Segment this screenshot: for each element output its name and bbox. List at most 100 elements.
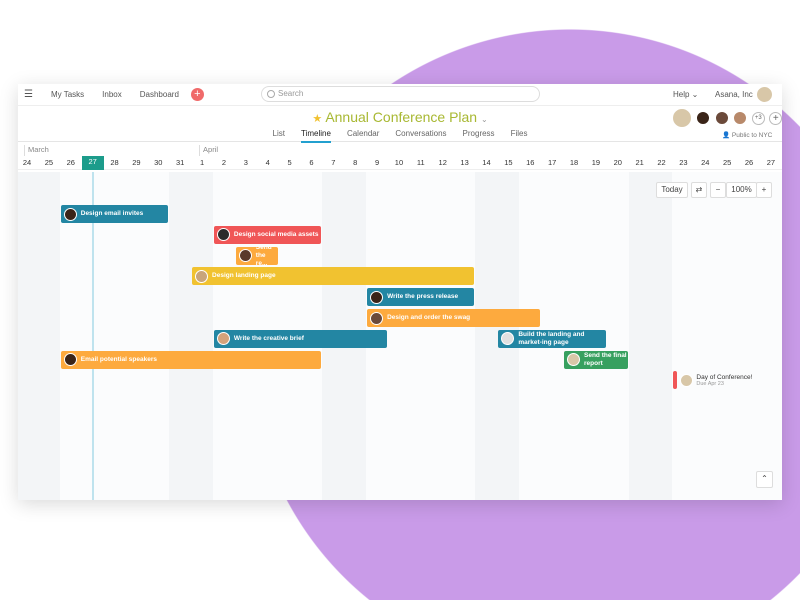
more-members-badge[interactable]: +3 (751, 111, 765, 125)
tab-calendar[interactable]: Calendar (347, 129, 379, 141)
month-label: April (199, 145, 218, 156)
tab-conversations[interactable]: Conversations (395, 129, 446, 141)
app-window: ☰ My Tasks Inbox Dashboard + Search Help… (18, 84, 783, 500)
task-name: Write the creative brief (233, 334, 304, 342)
project-title[interactable]: ★ Annual Conference Plan ⌄ (18, 109, 782, 125)
weekend-column (475, 172, 498, 500)
day-label: 31 (175, 158, 185, 167)
zoom-out-button[interactable]: − (710, 182, 726, 198)
task-bar[interactable]: Build the landing and market-ing page (498, 329, 606, 348)
privacy-setting[interactable]: 👤 Public to NYC (722, 131, 772, 139)
day-label: 24 (22, 158, 32, 167)
org-name[interactable]: Asana, Inc (715, 90, 753, 99)
task-name: Write the press release (387, 293, 459, 301)
task-bar[interactable]: Design and order the swag (367, 309, 541, 327)
nav-inbox[interactable]: Inbox (102, 90, 122, 99)
user-avatar[interactable] (756, 86, 773, 103)
project-title-text: Annual Conference Plan (325, 109, 478, 125)
tab-timeline[interactable]: Timeline (301, 129, 331, 143)
task-bar[interactable]: Email potential speakers (60, 350, 322, 369)
weekend-column (191, 172, 213, 500)
milestone-due: Due Apr 23 (696, 380, 724, 387)
menu-icon[interactable]: ☰ (24, 89, 33, 100)
zoom-in-button[interactable]: + (756, 182, 772, 198)
member-avatar[interactable] (672, 108, 692, 128)
search-input[interactable]: Search (261, 86, 540, 102)
day-label: 24 (701, 158, 710, 167)
day-label: 13 (460, 158, 469, 167)
task-bar[interactable]: Design email invites (60, 205, 169, 223)
day-label: 30 (154, 158, 163, 167)
day-label: 11 (416, 158, 425, 167)
day-label: 15 (504, 158, 513, 167)
assignee-avatar (216, 332, 230, 346)
project-header: ★ Annual Conference Plan ⌄ List Timeline C… (18, 106, 783, 143)
task-name: Send the re... (255, 246, 272, 265)
tab-files[interactable]: Files (511, 129, 528, 141)
tab-list[interactable]: List (273, 129, 285, 141)
task-name: Design and order the swag (387, 314, 471, 321)
day-label: 20 (613, 158, 622, 167)
day-label: 14 (482, 158, 491, 167)
help-menu[interactable]: Help ⌄ (673, 90, 698, 99)
weekend-column (37, 172, 60, 500)
milestone[interactable]: Day of Conference! Due Apr 23 (673, 371, 752, 390)
milestone-text: Day of Conference! Due Apr 23 (696, 374, 752, 387)
task-name: Build the landing and market-ing page (518, 330, 585, 346)
day-label: 17 (547, 158, 557, 167)
assignee-avatar (195, 269, 209, 283)
assignee-avatar (238, 249, 252, 263)
day-label: 28 (110, 158, 119, 167)
help-label: Help (673, 90, 690, 99)
day-label: 4 (265, 158, 270, 167)
day-label: 27 (766, 158, 776, 167)
member-avatar[interactable] (714, 111, 729, 125)
members: +3 + (672, 108, 783, 128)
tab-progress[interactable]: Progress (463, 129, 495, 141)
day-label: 29 (132, 158, 141, 167)
task-name: Send the final report (584, 351, 627, 367)
filter-button[interactable]: ⇄ (691, 182, 707, 198)
day-label: 10 (394, 158, 404, 167)
task-bar[interactable]: Send the final report (564, 350, 628, 369)
milestone-marker (673, 371, 678, 390)
day-label: 25 (44, 158, 54, 167)
scroll-top-button[interactable]: ⌃ (756, 471, 773, 488)
month-header: March April (18, 142, 782, 156)
day-header: 24 25 26 27 28 29 30 31 1 2 3 4 5 6 7 8 9 10 11 12 13 14 15 16 1… (18, 156, 782, 170)
today-button[interactable]: Today (656, 182, 688, 198)
day-label: 2 (221, 158, 226, 167)
task-bar[interactable]: Send the re... (235, 246, 278, 265)
day-label: 12 (438, 158, 447, 167)
privacy-label: Public to NYC (731, 132, 773, 139)
chevron-down-icon[interactable]: ⌄ (481, 115, 488, 124)
quick-add-button[interactable]: + (190, 88, 204, 101)
add-member-button[interactable]: + (769, 111, 783, 125)
day-label: 21 (635, 158, 644, 167)
assignee-avatar (63, 353, 77, 367)
nav-my-tasks[interactable]: My Tasks (51, 90, 84, 99)
day-label: 16 (526, 158, 535, 167)
timeline-grid[interactable]: Design email invites Design social media … (18, 172, 782, 500)
nav-dashboard[interactable]: Dashboard (140, 90, 179, 99)
task-name: Email potential speakers (80, 355, 157, 363)
milestone-name: Day of Conference! (696, 373, 753, 381)
weekend-column (18, 172, 40, 500)
day-label: 26 (744, 158, 754, 167)
task-bar[interactable]: Write the creative brief (213, 329, 387, 348)
day-label: 26 (66, 158, 75, 167)
assignee-avatar (567, 353, 580, 367)
member-avatar[interactable] (696, 111, 711, 125)
day-label: 6 (309, 158, 314, 167)
assignee-avatar (370, 311, 384, 325)
task-name: Design landing page (212, 272, 276, 280)
member-avatar[interactable] (733, 111, 748, 125)
star-icon[interactable]: ★ (312, 113, 322, 125)
day-label: 18 (569, 158, 579, 167)
task-bar[interactable]: Write the press release (367, 288, 475, 307)
today-marker: 27 (81, 156, 104, 170)
task-bar[interactable]: Design social media assets (213, 225, 322, 244)
day-label: 19 (591, 158, 601, 167)
task-bar[interactable]: Design landing page (192, 267, 475, 286)
weekend-column (169, 172, 192, 500)
